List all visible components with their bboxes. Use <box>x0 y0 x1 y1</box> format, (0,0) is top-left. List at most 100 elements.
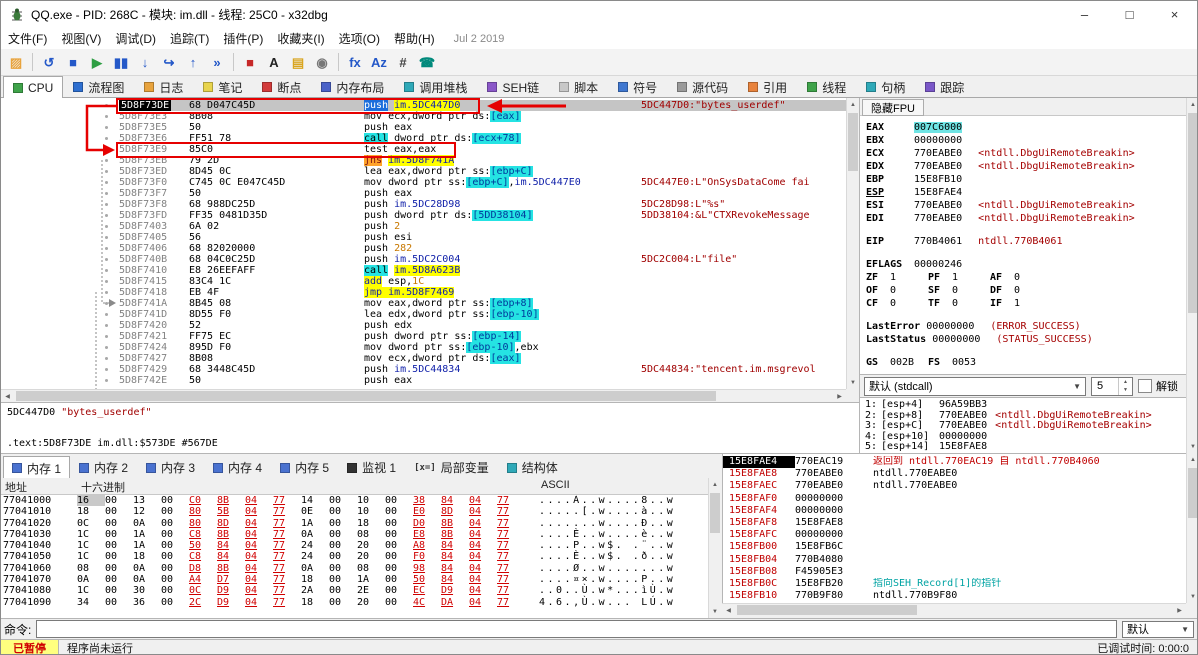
tab-struct[interactable]: 结构体 <box>498 456 567 478</box>
dump-row[interactable]: 77041020 0C 00 0A 00 80 8D 04 77 1A 00 18 00 D0 8B 04 77… <box>1 518 708 529</box>
dump-row[interactable]: 77041090 34 00 36 00 2C D9 04 77 18 00 20 00 4C DA 04 77… <box>1 597 708 608</box>
disasm-row[interactable]: 5D8F73E6 FF51 78 call dword ptr ds:[ecx+78… <box>1 133 846 144</box>
stop-button[interactable]: ■ <box>61 51 85 73</box>
scroll-right-icon[interactable]: ▶ <box>1173 604 1186 616</box>
register-row[interactable]: EFLAGS 00000246 <box>866 258 1180 271</box>
tab-dump-1[interactable]: 内存 1 <box>3 456 71 479</box>
register-row[interactable]: EBP 15E8FB10 <box>866 173 1180 186</box>
argument-row[interactable]: 3: [esp+C] 770EABE0 <ntdll.DbgUiRemoteBreak… <box>865 420 1181 432</box>
tab-script[interactable]: 脚本 <box>549 76 608 97</box>
disasm-row[interactable]: 5D8F73F0 C745 0C E047C45D mov dword ptr ss… <box>1 177 846 188</box>
stack-vertical-scrollbar[interactable]: ▲ ▼ <box>1186 453 1197 603</box>
menu-item[interactable]: 插件(P) <box>216 28 270 49</box>
disasm-row[interactable]: 5D8F740B 68 04C0C25D push im.5DC2C004 5DC2C… <box>1 254 846 265</box>
minimize-button[interactable]: – <box>1062 1 1107 28</box>
disasm-row[interactable]: 5D8F7427 8B08 mov ecx,dword ptr ds:[eax] <box>1 353 846 364</box>
disasm-horizontal-scrollbar[interactable]: ◀ ▶ <box>1 389 846 402</box>
argument-row[interactable]: 1: [esp+4] 96A59BB3 <box>865 399 1181 411</box>
command-script-select[interactable]: 默认 ▼ <box>1122 620 1194 638</box>
disasm-row[interactable]: 5D8F73E3 8B08 mov ecx,dword ptr ds:[eax] <box>1 111 846 122</box>
menu-item[interactable]: 收藏夹(I) <box>270 28 331 49</box>
tab-handles[interactable]: 句柄 <box>856 76 915 97</box>
disasm-row[interactable]: 5D8F73FD FF35 0481D35D push dword ptr ds:[… <box>1 210 846 221</box>
scroll-down-icon[interactable]: ▼ <box>709 605 721 618</box>
disasm-row[interactable]: 5D8F7415 83C4 1C add esp,1C <box>1 276 846 287</box>
tab-source[interactable]: 源代码 <box>667 76 738 97</box>
menu-item[interactable]: 视图(V) <box>54 28 108 49</box>
register-row[interactable]: ZF 1 PF 1 AF 0 <box>866 271 1180 284</box>
disasm-row[interactable]: 5D8F7410 E8 26EEFAFF call im.5D8A623B <box>1 265 846 276</box>
tab-graph[interactable]: 流程图 <box>63 76 134 97</box>
register-row[interactable]: EBX 00000000 <box>866 134 1180 147</box>
scroll-up-icon[interactable]: ▲ <box>709 478 721 491</box>
dump-row[interactable]: 77041080 1C 00 30 00 0C D9 04 77 2A 00 2E 00 EC D9 04 77… <box>1 585 708 596</box>
fx-button[interactable]: fx <box>343 51 367 73</box>
scroll-left-icon[interactable]: ◀ <box>1 390 14 402</box>
remote-button[interactable]: ☎ <box>415 51 439 73</box>
disasm-row[interactable]: 5D8F73DE 68 D047C45D push im.5DC447D0 5DC44… <box>1 100 846 111</box>
disasm-row[interactable]: 5D8F73E9 85C0 test eax,eax <box>1 144 846 155</box>
menu-item[interactable]: 帮助(H) <box>387 28 442 49</box>
dump-row[interactable]: 77041050 1C 00 18 00 C8 84 04 77 24 00 20 00 F0 84 04 77… <box>1 551 708 562</box>
disasm-row[interactable]: 5D8F741D 8D55 F0 lea edx,dword ptr ss:[ebp… <box>1 309 846 320</box>
stack-row[interactable]: 15E8FAEC 770EABE0 ntdll.770EABE0 <box>723 480 1186 492</box>
tab-dump-4[interactable]: 内存 4 <box>204 456 271 478</box>
scroll-right-icon[interactable]: ▶ <box>833 390 846 402</box>
az-button[interactable]: Az <box>367 51 391 73</box>
stack-row[interactable]: 15E8FAFC 00000000 <box>723 529 1186 541</box>
dump-row[interactable]: 77041010 18 00 12 00 80 5B 04 77 0E 00 10 00 E0 8D 04 77… <box>1 506 708 517</box>
dump-row[interactable]: 77041070 0A 00 0A 00 A4 D7 04 77 18 00 1A 00 50 84 04 77… <box>1 574 708 585</box>
stack-row[interactable]: 15E8FB10 770B9F80 ntdll.770B9F80 <box>723 590 1186 602</box>
disasm-row[interactable]: 5D8F73EB 79 2D jns im.5D8F741A <box>1 155 846 166</box>
disasm-row[interactable]: 5D8F7418 EB 4F jmp im.5D8F7469 <box>1 287 846 298</box>
command-input[interactable] <box>36 620 1117 638</box>
tab-locals[interactable]: [x=] 局部变量 <box>405 456 498 478</box>
register-row[interactable]: ECX 770EABE0 <ntdll.DbgUiRemoteBreakin> <box>866 147 1180 160</box>
tab-references[interactable]: 引用 <box>738 76 797 97</box>
run-to-return-button[interactable]: ↑ <box>181 51 205 73</box>
trace-into-button[interactable]: » <box>205 51 229 73</box>
menu-item[interactable]: 追踪(T) <box>163 28 216 49</box>
scroll-left-icon[interactable]: ◀ <box>722 604 735 616</box>
unlock-checkbox[interactable]: 解锁 <box>1138 378 1178 394</box>
disasm-row[interactable]: 5D8F7420 52 push edx <box>1 320 846 331</box>
tab-breakpoints[interactable]: 断点 <box>252 76 311 97</box>
tab-log[interactable]: 日志 <box>134 76 193 97</box>
dump-row[interactable]: 77041040 1C 00 1A 00 50 84 04 77 24 00 20 00 A8 84 04 77… <box>1 540 708 551</box>
stack-horizontal-scrollbar[interactable]: ◀ ▶ <box>722 603 1186 616</box>
dump-row[interactable]: 77041030 1C 00 1A 00 C8 8B 04 77 0A 00 08 00 E8 8B 04 77… <box>1 529 708 540</box>
stack-row[interactable]: 15E8FAE4 770EAC19 返回到 ntdll.770EAC19 自 ntd… <box>723 456 1186 469</box>
dump-row[interactable]: 77041000 16 00 13 00 C0 8B 04 77 14 00 10 00 38 84 04 77… <box>1 495 708 507</box>
maximize-button[interactable]: □ <box>1107 1 1152 28</box>
scroll-down-icon[interactable]: ▼ <box>1187 440 1197 453</box>
stack-row[interactable]: 15E8FB0C 15E8FB20 指向SEH_Record[1]的指针 <box>723 578 1186 590</box>
disasm-row[interactable]: 5D8F741A 8B45 08 mov eax,dword ptr ss:[ebp… <box>1 298 846 309</box>
hash-button[interactable]: # <box>391 51 415 73</box>
disasm-row[interactable]: 5D8F73E5 50 push eax <box>1 122 846 133</box>
stack-row[interactable]: 15E8FAE8 770EABE0 ntdll.770EABE0 <box>723 468 1186 480</box>
menu-item[interactable]: 文件(F) <box>1 28 54 49</box>
tab-notes[interactable]: 笔记 <box>193 76 252 97</box>
restart-button[interactable]: ↺ <box>37 51 61 73</box>
disasm-row[interactable]: 5D8F7421 FF75 EC push dword ptr ss:[ebp-14… <box>1 331 846 342</box>
register-row[interactable]: LastStatus 00000000 (STATUS_SUCCESS) <box>866 333 1180 346</box>
scroll-up-icon[interactable]: ▲ <box>1187 98 1197 111</box>
stack-row[interactable]: 15E8FAF4 00000000 <box>723 505 1186 517</box>
run-button[interactable]: ▶ <box>85 51 109 73</box>
stack-row[interactable]: 15E8FB00 15E8FB6C <box>723 541 1186 553</box>
scroll-down-icon[interactable]: ▼ <box>847 376 859 389</box>
register-row[interactable]: EAX 007C6000 <box>866 121 1180 134</box>
pause-button[interactable]: ▮▮ <box>109 51 133 73</box>
register-row[interactable]: EIP 770B4061 ntdll.770B4061 <box>866 235 1180 248</box>
spinner-arrows-icon[interactable]: ▲ ▼ <box>1118 377 1132 395</box>
disasm-row[interactable]: 5D8F7405 56 push esi <box>1 232 846 243</box>
register-row[interactable]: CF 0 TF 0 IF 1 <box>866 297 1180 310</box>
graph-button[interactable]: ◉ <box>310 51 334 73</box>
scroll-up-icon[interactable]: ▲ <box>1187 453 1197 466</box>
register-row[interactable]: ESP 15E8FAE4 <box>866 186 1180 199</box>
dump-scrollbar[interactable]: ▲ ▼ <box>708 478 721 618</box>
assemble-button[interactable]: A <box>262 51 286 73</box>
stack-row[interactable]: 15E8FAF0 00000000 <box>723 493 1186 505</box>
open-file-button[interactable]: ▨ <box>4 51 28 73</box>
menu-item[interactable]: 调试(D) <box>108 28 163 49</box>
